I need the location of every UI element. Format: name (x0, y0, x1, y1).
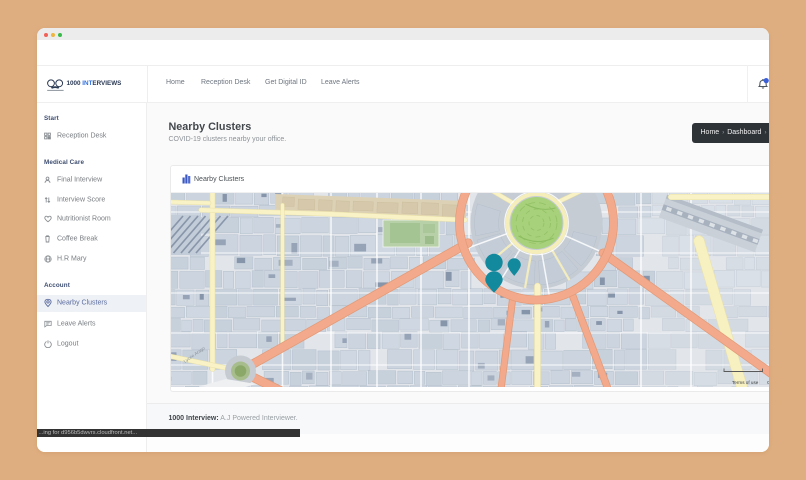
svg-text:G: G (767, 380, 769, 385)
svg-text:Terms of use: Terms of use (732, 380, 759, 385)
